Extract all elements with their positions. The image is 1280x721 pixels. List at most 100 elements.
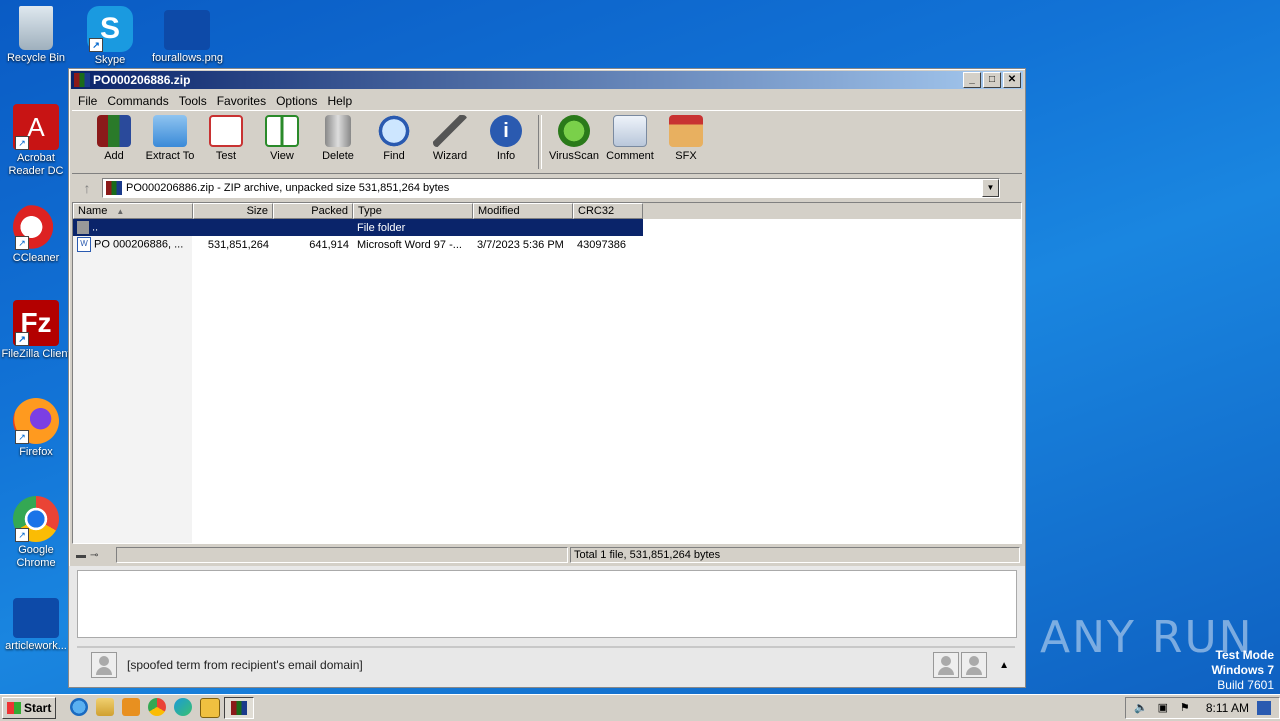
show-desktop-icon[interactable]	[1257, 701, 1271, 715]
info-button[interactable]: i Info	[478, 111, 534, 162]
maximize-button[interactable]: □	[983, 72, 1001, 88]
document-icon	[13, 598, 59, 638]
toolbar: Add Extract To Test View Delete Find Wiz…	[72, 110, 1022, 174]
winrar-icon	[231, 701, 248, 715]
virusscan-button[interactable]: VirusScan	[546, 111, 602, 162]
table-row[interactable]: .. File folder	[73, 219, 643, 236]
word-document-icon: W	[77, 237, 91, 252]
start-button[interactable]: Start	[2, 697, 57, 719]
taskbar: Start 🔈 ▣ ⚑ 8:11 AM	[0, 694, 1280, 721]
mail-body-pane	[77, 570, 1017, 638]
menu-favorites[interactable]: Favorites	[212, 94, 271, 108]
desktop-icon-skype[interactable]: S ↗ Skype	[75, 6, 145, 67]
magic-wand-icon	[433, 115, 467, 147]
delete-button[interactable]: Delete	[310, 111, 366, 162]
taskbar-winrar-button[interactable]	[224, 697, 255, 719]
status-text: Total 1 file, 531,851,264 bytes	[570, 547, 1020, 563]
key-icon[interactable]: ⊸	[90, 550, 98, 561]
menu-bar: File Commands Tools Favorites Options He…	[69, 91, 1025, 110]
find-button[interactable]: Find	[366, 111, 422, 162]
menu-file[interactable]: File	[73, 94, 102, 108]
mail-preview-area: [spoofed term from recipient's email dom…	[69, 566, 1025, 687]
address-field[interactable]: PO000206886.zip - ZIP archive, unpacked …	[102, 178, 1000, 198]
outlook-icon[interactable]	[200, 698, 221, 718]
info-icon: i	[490, 115, 522, 147]
column-header-modified[interactable]: Modified	[473, 203, 573, 219]
contact-avatar[interactable]	[933, 652, 960, 678]
desktop-icon-ccleaner[interactable]: ↗ CCleaner	[1, 204, 71, 265]
book-icon	[265, 115, 299, 147]
desktop-icon-chrome[interactable]: ↗ Google Chrome	[1, 496, 71, 570]
address-text: PO000206886.zip - ZIP archive, unpacked …	[126, 182, 450, 194]
column-header-name[interactable]: Name ▲	[73, 203, 193, 219]
chrome-icon[interactable]	[148, 698, 167, 716]
desktop-icon-firefox[interactable]: ↗ Firefox	[1, 398, 71, 459]
desktop-icon-filezilla[interactable]: Fz ↗ FileZilla Client	[1, 300, 71, 361]
column-header-size[interactable]: Size	[193, 203, 273, 219]
desktop-icon-articlework[interactable]: articlework...	[1, 598, 71, 653]
test-mode-text: Test Mode Windows 7 Build 7601	[1211, 648, 1274, 692]
window-title: PO000206886.zip	[93, 73, 191, 87]
menu-options[interactable]: Options	[271, 94, 322, 108]
status-bar: ▬ ⊸ Total 1 file, 531,851,264 bytes	[72, 546, 1020, 564]
winrar-window: PO000206886.zip _ □ ✕ File Commands Tool…	[68, 68, 1026, 688]
firefox-icon: ↗	[13, 398, 59, 444]
system-tray: 🔈 ▣ ⚑ 8:11 AM	[1124, 697, 1280, 719]
clock[interactable]: 8:11 AM	[1206, 701, 1249, 715]
edge-icon[interactable]	[174, 698, 193, 716]
title-bar[interactable]: PO000206886.zip _ □ ✕	[71, 71, 1023, 89]
column-header-crc32[interactable]: CRC32	[573, 203, 643, 219]
archive-icon	[106, 181, 122, 195]
minimize-button[interactable]: _	[963, 72, 981, 88]
flag-icon[interactable]: ⚑	[1178, 701, 1192, 715]
desktop-icon-fourallows[interactable]: fourallows.png	[152, 6, 223, 65]
internet-explorer-icon[interactable]	[70, 698, 89, 716]
volume-icon[interactable]: 🔈	[1134, 701, 1148, 715]
sender-name: [spoofed term from recipient's email dom…	[127, 658, 363, 672]
up-arrow-icon[interactable]: ↑	[72, 180, 102, 196]
network-icon[interactable]: ▣	[1156, 701, 1170, 715]
trash-icon	[325, 115, 351, 147]
acrobat-icon: A ↗	[13, 104, 59, 150]
chevron-down-icon[interactable]: ▼	[982, 179, 999, 197]
menu-commands[interactable]: Commands	[102, 94, 173, 108]
menu-help[interactable]: Help	[322, 94, 357, 108]
desktop-icon-acrobat[interactable]: A ↗ Acrobat Reader DC	[1, 104, 71, 178]
media-player-icon[interactable]	[122, 698, 141, 716]
magnifier-icon	[377, 115, 411, 147]
checklist-icon	[209, 115, 243, 147]
view-button[interactable]: View	[254, 111, 310, 162]
column-header-packed[interactable]: Packed	[273, 203, 353, 219]
file-list[interactable]: Name ▲ Size Packed Type Modified CRC32 .…	[72, 202, 1022, 544]
folder-up-icon	[77, 221, 89, 234]
name-column-shade	[73, 220, 192, 543]
sort-up-icon: ▲	[116, 207, 125, 216]
add-button[interactable]: Add	[86, 111, 142, 162]
drive-icon[interactable]: ▬	[76, 550, 86, 561]
contact-avatar[interactable]	[961, 652, 988, 678]
test-button[interactable]: Test	[198, 111, 254, 162]
column-header-type[interactable]: Type	[353, 203, 473, 219]
close-button[interactable]: ✕	[1003, 72, 1021, 88]
comment-button[interactable]: Comment	[602, 111, 658, 162]
bug-icon	[558, 115, 590, 147]
menu-tools[interactable]: Tools	[174, 94, 212, 108]
explorer-folder-icon[interactable]	[96, 698, 115, 716]
address-bar: ↑ PO000206886.zip - ZIP archive, unpacke…	[72, 176, 1022, 200]
wizard-button[interactable]: Wizard	[422, 111, 478, 162]
sfx-box-icon	[669, 115, 703, 147]
folder-icon	[153, 115, 187, 147]
table-row[interactable]: W PO 000206886, ... 531,851,264 641,914 M…	[73, 236, 1021, 253]
sfx-button[interactable]: SFX	[658, 111, 714, 162]
chrome-icon: ↗	[13, 496, 59, 542]
image-file-icon	[164, 10, 210, 50]
add-icon	[97, 115, 131, 147]
status-pane	[116, 547, 568, 563]
ccleaner-icon: ↗	[13, 204, 59, 250]
comment-icon	[613, 115, 647, 147]
desktop-icon-recycle-bin[interactable]: Recycle Bin	[1, 6, 71, 65]
winrar-icon	[74, 73, 90, 87]
windows-flag-icon	[7, 702, 21, 714]
chevron-up-icon[interactable]: ▲	[999, 660, 1009, 671]
extract-to-button[interactable]: Extract To	[142, 111, 198, 162]
